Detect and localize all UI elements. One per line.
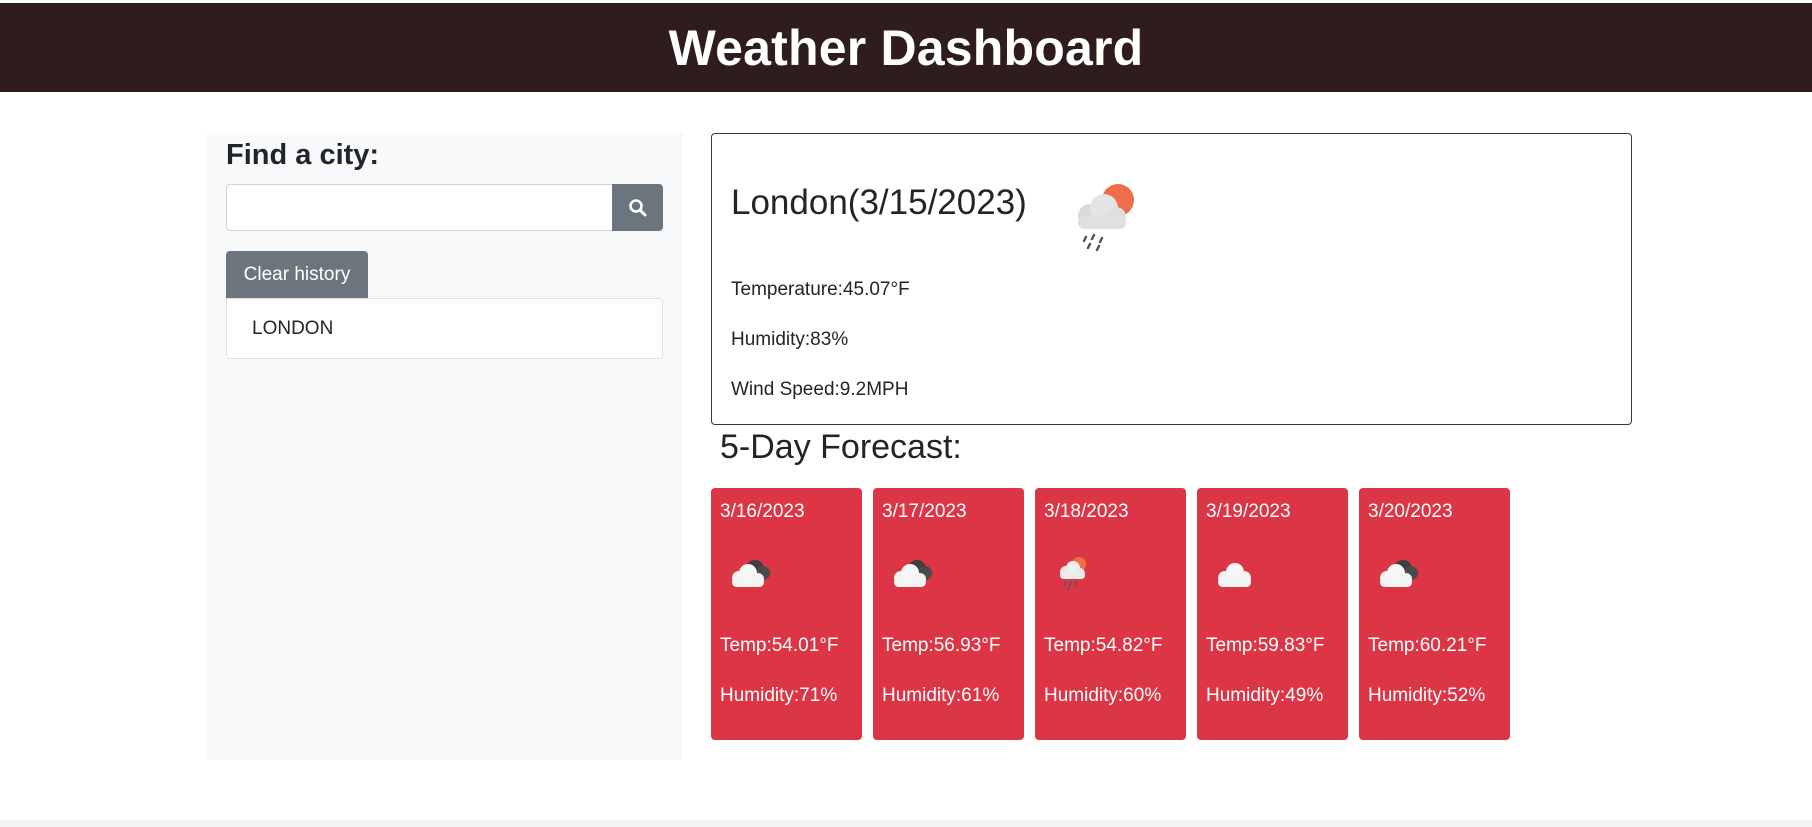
page-header: Weather Dashboard: [0, 3, 1812, 92]
current-city-title: London(3/15/2023): [731, 183, 1027, 222]
current-weather-card: London(3/15/2023) Temperature:45.07°F Hu…: [711, 133, 1632, 425]
forecast-date: 3/17/2023: [882, 501, 967, 522]
forecast-card: 3/20/2023 Temp:60.21°F Humidity:52%: [1359, 488, 1510, 740]
current-wind-speed: Wind Speed:9.2MPH: [731, 379, 909, 400]
search-button[interactable]: [612, 184, 663, 231]
forecast-temp: Temp:56.93°F: [882, 635, 1001, 656]
rain-sun-icon: [1060, 557, 1086, 591]
overcast-clouds-icon: [732, 560, 770, 587]
overcast-clouds-icon: [894, 560, 932, 587]
forecast-date: 3/18/2023: [1044, 501, 1129, 522]
forecast-card: 3/18/2023 Temp:54.82°F Humidity:60%: [1035, 488, 1186, 740]
forecast-temp: Temp:54.01°F: [720, 635, 839, 656]
search-icon: [628, 198, 646, 216]
current-temperature: Temperature:45.07°F: [731, 279, 910, 300]
city-search-input[interactable]: [226, 184, 612, 231]
forecast-humidity: Humidity:52%: [1368, 685, 1486, 706]
clear-history-button[interactable]: Clear history: [226, 251, 368, 298]
page-footer-strip: [0, 820, 1812, 827]
forecast-card: 3/17/2023 Temp:56.93°F Humidity:61%: [873, 488, 1024, 740]
forecast-temp: Temp:59.83°F: [1206, 635, 1325, 656]
forecast-date: 3/16/2023: [720, 501, 805, 522]
page-title: Weather Dashboard: [668, 19, 1144, 76]
forecast-humidity: Humidity:61%: [882, 685, 1000, 706]
current-humidity: Humidity:83%: [731, 329, 849, 350]
forecast-temp: Temp:60.21°F: [1368, 635, 1487, 656]
history-item-london[interactable]: LONDON: [226, 298, 663, 359]
rain-sun-icon: [1078, 184, 1134, 252]
search-sidebar: Find a city: Clear history LONDON: [206, 133, 683, 760]
forecast-humidity: Humidity:49%: [1206, 685, 1324, 706]
forecast-title: 5-Day Forecast:: [720, 428, 962, 466]
forecast-card: 3/19/2023 Temp:59.83°F Humidity:49%: [1197, 488, 1348, 740]
search-row: [226, 184, 663, 231]
forecast-temp: Temp:54.82°F: [1044, 635, 1163, 656]
forecast-date: 3/20/2023: [1368, 501, 1453, 522]
forecast-date: 3/19/2023: [1206, 501, 1291, 522]
forecast-cards: 3/16/2023 Temp:54.01°F Humidity:71% 3/17…: [711, 488, 1510, 740]
forecast-humidity: Humidity:71%: [720, 685, 838, 706]
find-city-label: Find a city:: [226, 139, 380, 171]
forecast-humidity: Humidity:60%: [1044, 685, 1162, 706]
overcast-clouds-icon: [1380, 560, 1418, 587]
cloud-icon: [1218, 563, 1251, 587]
search-history-list: LONDON: [226, 298, 663, 359]
forecast-card: 3/16/2023 Temp:54.01°F Humidity:71%: [711, 488, 862, 740]
